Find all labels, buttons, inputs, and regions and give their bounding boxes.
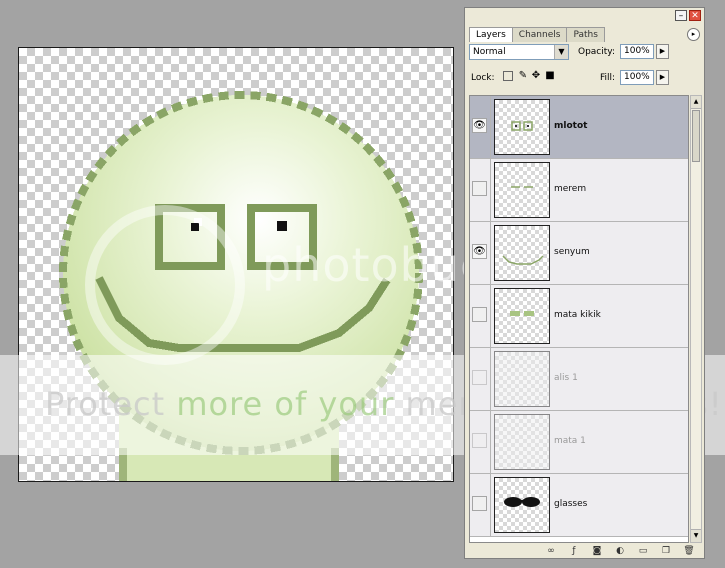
fill-input[interactable]: 100%	[620, 70, 654, 85]
opacity-label: Opacity:	[578, 47, 615, 57]
layer-name: mata kikik	[554, 310, 601, 320]
scroll-up-icon[interactable]: ▲	[691, 96, 701, 109]
eye-toggle-empty[interactable]	[472, 307, 487, 322]
layer-thumbnail	[494, 162, 550, 218]
layer-thumbnail	[494, 225, 550, 281]
layer-name: merem	[554, 184, 587, 194]
divider	[490, 348, 491, 411]
panel-menu-icon[interactable]: ▸	[687, 28, 700, 41]
eye-toggle-empty[interactable]	[472, 496, 487, 511]
layer-name: glasses	[554, 499, 588, 509]
layer-row-senyum[interactable]: 👁 senyum	[470, 222, 688, 285]
tab-paths[interactable]: Paths	[566, 27, 605, 42]
layer-row-mata-1[interactable]: mata 1	[470, 411, 688, 474]
divider	[490, 159, 491, 222]
blend-mode-select[interactable]: Normal ▼	[469, 44, 569, 60]
blend-opacity-row: Normal ▼ Opacity: 100% ▶	[469, 44, 700, 62]
lock-pixels-icon[interactable]: ✎	[518, 70, 528, 82]
layer-name: senyum	[554, 247, 590, 257]
mask-icon[interactable]: ◙	[590, 546, 604, 557]
layer-thumbnail	[494, 414, 550, 470]
lock-fill-row: Lock: ✎ ✥ ■ Fill: 100% ▶	[469, 70, 700, 88]
layers-panel: – ✕ Layers Channels Paths ▸ Normal ▼ Opa…	[464, 7, 705, 559]
adjustment-icon[interactable]: ◐	[613, 546, 627, 557]
layer-row-merem[interactable]: merem	[470, 159, 688, 222]
layer-thumbnail	[494, 288, 550, 344]
fill-label: Fill:	[600, 73, 616, 83]
eye-icon[interactable]: 👁	[472, 244, 487, 259]
eye-toggle-empty[interactable]	[472, 370, 487, 385]
divider	[490, 96, 491, 159]
layer-name: mata 1	[554, 436, 586, 446]
chevron-down-icon[interactable]: ▼	[554, 45, 568, 59]
fill-slider-arrow-icon[interactable]: ▶	[656, 70, 669, 85]
layer-row-glasses[interactable]: glasses	[470, 474, 688, 537]
layers-list: 👁 mlotot merem 👁 senyum mata kikik alis …	[469, 95, 689, 543]
trash-icon[interactable]: 🗑	[682, 546, 696, 557]
opacity-slider-arrow-icon[interactable]: ▶	[656, 44, 669, 59]
layer-name: alis 1	[554, 373, 578, 383]
smiley-artwork	[59, 91, 423, 481]
layer-thumbnail	[494, 477, 550, 533]
lock-transparency-icon[interactable]	[503, 71, 513, 81]
panel-window-buttons: – ✕	[675, 10, 701, 21]
divider	[490, 411, 491, 474]
lock-label: Lock:	[471, 73, 495, 83]
blend-mode-value: Normal	[473, 47, 506, 57]
close-icon[interactable]: ✕	[689, 10, 701, 21]
divider	[490, 222, 491, 285]
layer-row-mlotot[interactable]: 👁 mlotot	[470, 96, 688, 159]
divider	[490, 285, 491, 348]
scroll-down-icon[interactable]: ▼	[691, 529, 701, 542]
lock-position-icon[interactable]: ✥	[531, 70, 541, 82]
opacity-input[interactable]: 100%	[620, 44, 654, 59]
tab-channels[interactable]: Channels	[511, 27, 568, 42]
document-canvas[interactable]	[18, 47, 454, 482]
scroll-thumb[interactable]	[692, 110, 700, 162]
lock-all-icon[interactable]: ■	[545, 70, 555, 82]
eye-icon[interactable]: 👁	[472, 118, 487, 133]
eye-toggle-empty[interactable]	[472, 181, 487, 196]
layer-row-mata-kikik[interactable]: mata kikik	[470, 285, 688, 348]
divider	[490, 474, 491, 537]
layer-name: mlotot	[554, 121, 588, 131]
tab-layers[interactable]: Layers	[469, 27, 513, 42]
layers-scrollbar[interactable]: ▲ ▼	[690, 95, 702, 543]
panel-tabs: Layers Channels Paths	[469, 27, 605, 42]
new-layer-icon[interactable]: ❐	[659, 546, 673, 557]
minimize-icon[interactable]: –	[675, 10, 687, 21]
layers-toolbar: ∞ ƒ ◙ ◐ ▭ ❐ 🗑	[469, 546, 700, 558]
folder-icon[interactable]: ▭	[636, 546, 650, 557]
layer-row-alis-1[interactable]: alis 1	[470, 348, 688, 411]
layer-thumbnail	[494, 351, 550, 407]
eye-toggle-empty[interactable]	[472, 433, 487, 448]
layer-thumbnail	[494, 99, 550, 155]
link-icon[interactable]: ∞	[544, 546, 558, 557]
fx-icon[interactable]: ƒ	[567, 546, 581, 557]
